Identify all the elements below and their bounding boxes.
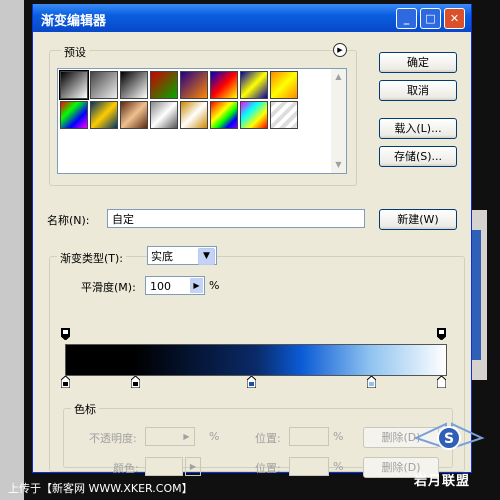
- footer-text: 上传于【新客网 WWW.XKER.COM】: [8, 482, 193, 495]
- opacity-position-label: 位置:: [255, 432, 281, 445]
- save-button[interactable]: 存储(S)...: [379, 146, 457, 167]
- preset-swatch[interactable]: [150, 71, 178, 99]
- name-label: 名称(N):: [47, 214, 90, 227]
- color-position-percent: %: [333, 460, 344, 473]
- close-button[interactable]: ✕: [444, 8, 465, 29]
- preset-swatch[interactable]: [150, 101, 178, 129]
- opacity-stop-icon: [436, 327, 447, 341]
- opacity-stop-icon: [60, 327, 71, 341]
- color-stop-icon: [130, 375, 141, 389]
- scroll-down-icon[interactable]: ▼: [331, 157, 346, 172]
- wings-logo-icon: S: [413, 422, 485, 450]
- preset-swatch[interactable]: [240, 101, 268, 129]
- color-stop-icon: [60, 375, 71, 389]
- opacity-percent: %: [209, 430, 220, 443]
- watermark-logo: S 岩月联盟: [406, 404, 492, 490]
- smoothness-input[interactable]: 100 ▶: [145, 276, 205, 295]
- presets-scrollbar[interactable]: ▲ ▼: [331, 68, 347, 174]
- backdrop-left: [0, 0, 24, 500]
- load-button[interactable]: 载入(L)...: [379, 118, 457, 139]
- preset-swatch[interactable]: [90, 71, 118, 99]
- cancel-button[interactable]: 取消: [379, 80, 457, 101]
- gradient-type-value: 实底: [151, 250, 173, 263]
- new-button[interactable]: 新建(W): [379, 209, 457, 230]
- color-stop-icon: [436, 375, 447, 389]
- color-stop[interactable]: [366, 375, 377, 389]
- preset-swatch[interactable]: [60, 101, 88, 129]
- minimize-button[interactable]: _: [396, 8, 417, 29]
- gradient-type-select[interactable]: 实底 ▼: [147, 246, 217, 265]
- maximize-icon: □: [425, 12, 436, 25]
- opacity-stop-right[interactable]: [436, 327, 447, 341]
- color-position-label: 位置:: [255, 462, 281, 475]
- presets-label: 预设: [61, 44, 89, 60]
- color-label: 颜色:: [113, 462, 139, 475]
- smoothness-percent: %: [209, 279, 220, 292]
- opacity-label: 不透明度:: [89, 432, 137, 445]
- name-input[interactable]: 自定: [107, 209, 365, 228]
- opacity-position-input[interactable]: [289, 427, 329, 446]
- gradient-editor-window: 渐变编辑器 _ □ ✕ 预设 ▶ ▲ ▼ 确定 取消 载入(L)... 存储(S…: [32, 4, 472, 478]
- color-position-input[interactable]: [289, 457, 329, 476]
- minimize-icon: _: [403, 12, 410, 25]
- stops-label: 色标: [71, 401, 99, 417]
- preset-swatch[interactable]: [270, 71, 298, 99]
- svg-text:S: S: [444, 431, 454, 447]
- opacity-position-percent: %: [333, 430, 344, 443]
- title-bar[interactable]: 渐变编辑器 _ □ ✕: [33, 4, 471, 32]
- color-stop[interactable]: [130, 375, 141, 389]
- preset-swatch[interactable]: [180, 71, 208, 99]
- color-swatch[interactable]: [145, 457, 183, 476]
- gradient-ramp[interactable]: [65, 344, 447, 376]
- opacity-input[interactable]: ▶: [145, 427, 195, 446]
- preset-swatch[interactable]: [120, 71, 148, 99]
- preset-swatch[interactable]: [210, 101, 238, 129]
- presets-list[interactable]: [57, 68, 333, 174]
- color-stop-icon: [246, 375, 257, 389]
- ok-button[interactable]: 确定: [379, 52, 457, 73]
- window-title: 渐变编辑器: [41, 14, 107, 29]
- maximize-button[interactable]: □: [420, 8, 441, 29]
- color-stop[interactable]: [436, 375, 447, 389]
- color-stop[interactable]: [60, 375, 71, 389]
- scroll-up-icon[interactable]: ▲: [331, 69, 346, 84]
- chevron-down-icon[interactable]: ▼: [198, 248, 215, 265]
- gradient-type-label: 渐变类型(T):: [57, 250, 127, 266]
- presets-menu-button[interactable]: ▶: [333, 43, 347, 57]
- color-arrow-icon[interactable]: ▶: [185, 457, 201, 476]
- opacity-stop-left[interactable]: [60, 327, 71, 341]
- color-stop-icon: [366, 375, 377, 389]
- preset-swatch[interactable]: [240, 71, 268, 99]
- preset-swatch[interactable]: [59, 70, 89, 100]
- preset-swatch[interactable]: [270, 101, 298, 129]
- play-icon: ▶: [337, 46, 343, 54]
- close-icon: ✕: [449, 12, 460, 25]
- watermark-text: 岩月联盟: [414, 474, 471, 489]
- preset-swatch[interactable]: [120, 101, 148, 129]
- smoothness-label: 平滑度(M):: [81, 281, 136, 294]
- smoothness-value: 100: [150, 280, 171, 293]
- preset-swatch[interactable]: [90, 101, 118, 129]
- color-stop[interactable]: [246, 375, 257, 389]
- smoothness-arrow-icon[interactable]: ▶: [190, 278, 203, 293]
- preset-swatch[interactable]: [180, 101, 208, 129]
- preset-swatch[interactable]: [210, 71, 238, 99]
- opacity-arrow-icon[interactable]: ▶: [180, 429, 193, 444]
